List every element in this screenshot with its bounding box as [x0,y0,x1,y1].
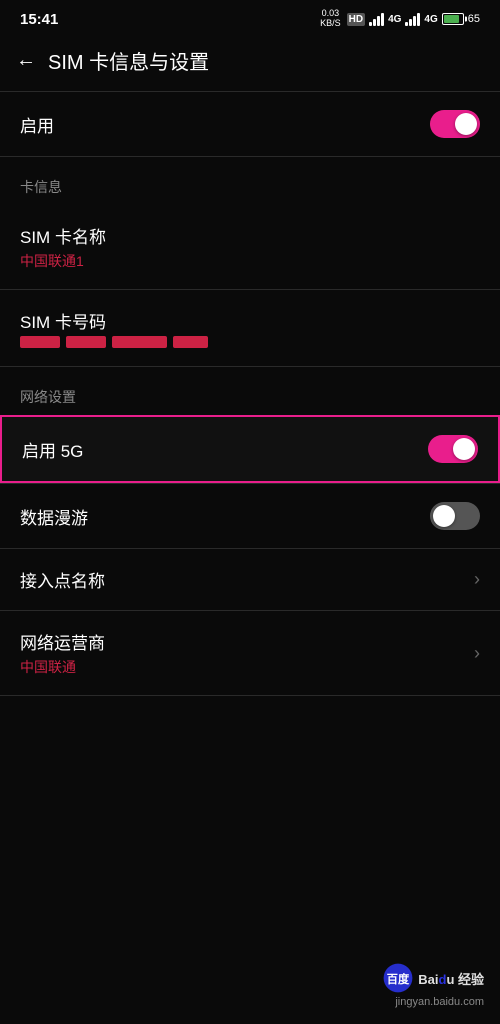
status-time: 15:41 [20,11,58,28]
sim-number-masked [20,336,208,348]
network-settings-section: 网络设置 启用 5G 数据漫游 接入点名称 › 网络运营商 中国联通 › [0,367,500,696]
sim-number-content: SIM 卡号码 [20,308,208,348]
card-info-header: 卡信息 [0,157,500,205]
signal-bar [413,16,416,26]
enable-toggle[interactable] [430,110,480,138]
signal-bars-2 [405,12,420,26]
sim-number-label: SIM 卡号码 [20,308,208,333]
signal-bar [381,13,384,26]
page-title: SIM 卡信息与设置 [48,46,209,75]
card-info-section: 卡信息 SIM 卡名称 中国联通1 SIM 卡号码 [0,157,500,366]
mask-block-1 [20,336,60,348]
enable-5g-toggle[interactable] [428,435,478,463]
data-roaming-item[interactable]: 数据漫游 [0,484,500,548]
toggle-knob-roaming [433,505,455,527]
watermark: 百度 Baidu 经验 jingyan.baidu.com [382,962,484,1008]
enable-5g-item[interactable]: 启用 5G [0,415,500,483]
battery-icon [442,13,464,25]
sim-name-value: 中国联通1 [20,251,106,271]
enable-5g-label: 启用 5G [22,437,83,462]
status-icons: 0.03 KB/S HD 4G 4G 65 [320,9,480,29]
apn-item[interactable]: 接入点名称 › [0,549,500,610]
carrier-label: 网络运营商 [20,629,105,654]
data-roaming-toggle[interactable] [430,502,480,530]
carrier-value: 中国联通 [20,657,105,677]
signal-bars-1 [369,12,384,26]
signal-bar [405,22,408,26]
mask-block-4 [173,336,208,348]
signal-bar [373,19,376,26]
signal-bar [409,19,412,26]
divider-8 [0,695,500,696]
apn-label: 接入点名称 [20,567,105,592]
sim-name-content: SIM 卡名称 中国联通1 [20,223,106,271]
carrier-content: 网络运营商 中国联通 [20,629,105,677]
top-nav: ← SIM 卡信息与设置 [0,36,500,91]
back-button[interactable]: ← [16,49,36,72]
toggle-knob [455,113,477,135]
baidu-label: Baidu 经验 [418,969,484,988]
data-roaming-label: 数据漫游 [20,504,88,529]
signal-type-2: 4G [424,14,437,25]
baidu-icon: 百度 [382,962,414,994]
mask-block-2 [66,336,106,348]
toggle-knob-5g [453,438,475,460]
signal-bar [417,13,420,26]
sim-name-label: SIM 卡名称 [20,223,106,248]
carrier-item[interactable]: 网络运营商 中国联通 › [0,611,500,695]
signal-bar [377,16,380,26]
sim-name-item[interactable]: SIM 卡名称 中国联通1 [0,205,500,289]
network-settings-header: 网络设置 [0,367,500,415]
svg-text:百度: 百度 [387,972,410,986]
sim-number-item[interactable]: SIM 卡号码 [0,290,500,366]
watermark-url: jingyan.baidu.com [395,996,484,1008]
data-speed-indicator: 0.03 KB/S [320,9,341,29]
status-bar: 15:41 0.03 KB/S HD 4G 4G 65 [0,0,500,36]
carrier-chevron: › [474,643,480,664]
enable-label: 启用 [20,112,54,137]
battery-fill [444,15,459,23]
apn-chevron: › [474,569,480,590]
mask-block-3 [112,336,167,348]
signal-type-1: 4G [388,14,401,25]
signal-bar [369,22,372,26]
enable-item[interactable]: 启用 [0,92,500,156]
battery-level: 65 [468,13,480,25]
hd-badge: HD [347,13,365,26]
watermark-logo: 百度 Baidu 经验 [382,962,484,994]
